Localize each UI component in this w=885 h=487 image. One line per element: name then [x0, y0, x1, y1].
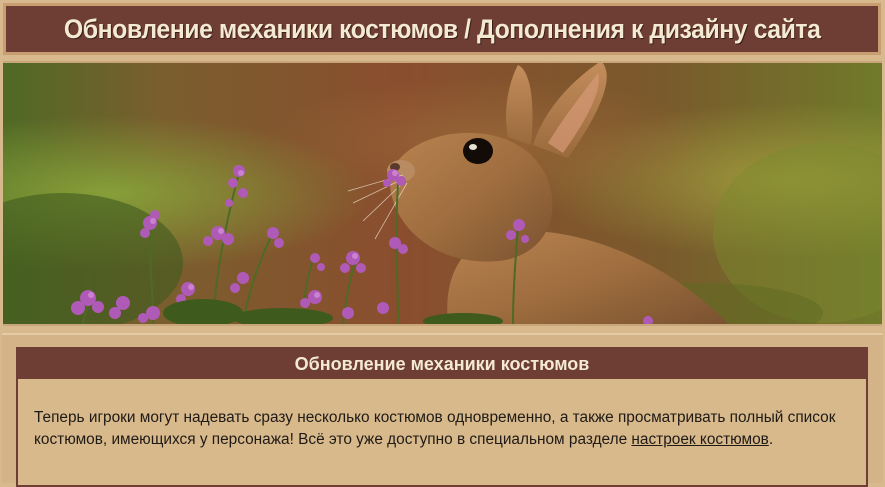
banner-image — [3, 61, 882, 326]
rabbit-illustration — [3, 63, 882, 324]
news-card: Обновление механики костюмов Теперь игро… — [16, 347, 868, 487]
news-title: Обновление механики костюмов — [294, 353, 590, 374]
page-header: Обновление механики костюмов / Дополнени… — [3, 3, 881, 55]
news-text-end: . — [768, 431, 774, 448]
costume-settings-link[interactable]: настроек костюмов — [631, 431, 768, 448]
page-title: Обновление механики костюмов / Дополнени… — [63, 13, 821, 44]
news-title-bar: Обновление механики костюмов — [18, 349, 866, 379]
news-panel: Обновление механики костюмов Теперь игро… — [2, 333, 883, 487]
news-body: Теперь игроки могут надевать сразу неско… — [18, 379, 866, 451]
